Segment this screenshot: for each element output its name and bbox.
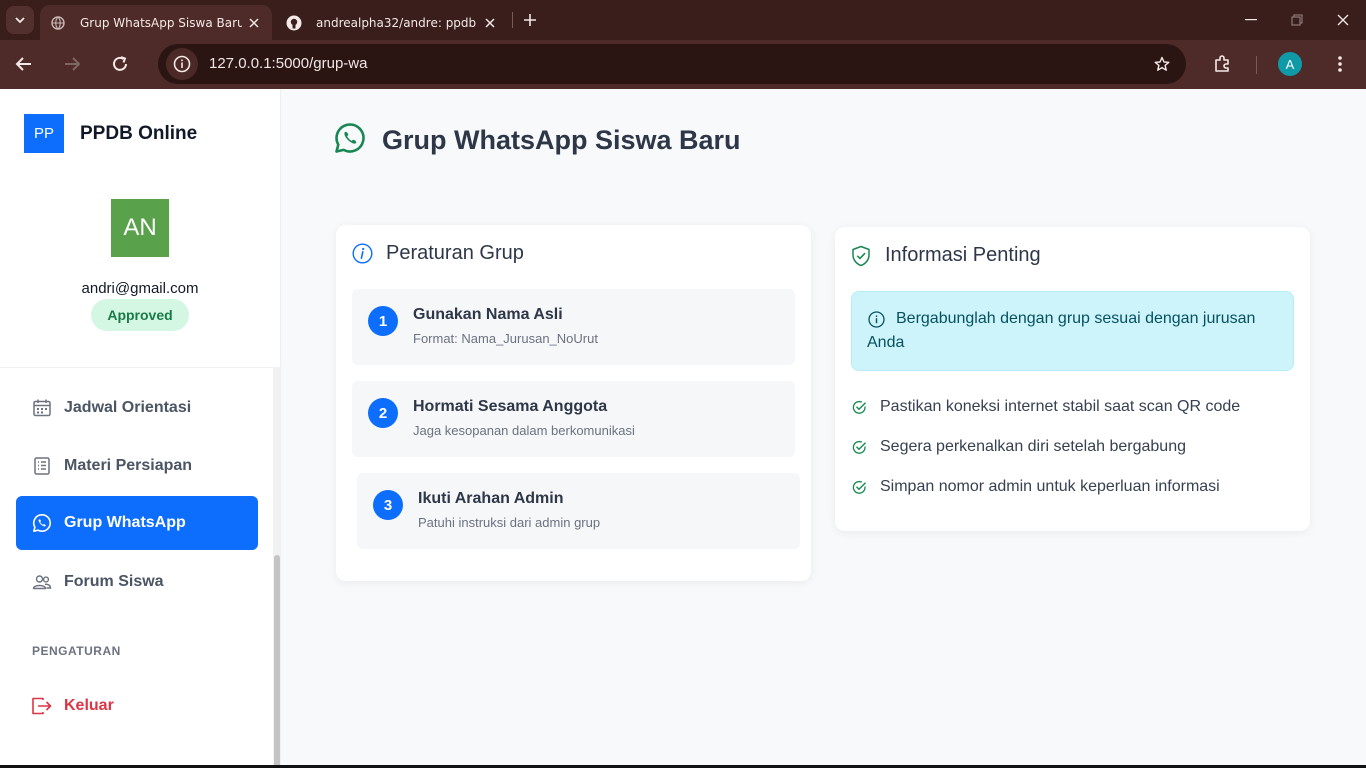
close-tab-icon[interactable]	[242, 11, 266, 35]
restore-button[interactable]	[1274, 0, 1320, 40]
rule-desc: Patuhi instruksi dari admin grup	[418, 515, 601, 530]
sidebar-item-label: Materi Persiapan	[64, 457, 193, 474]
tab-github[interactable]: andrealpha32/andre: ppdb	[276, 5, 508, 40]
sidebar: PP PPDB Online AN andri@gmail.com Approv…	[0, 89, 281, 768]
sidebar-item-label: Jadwal Orientasi	[64, 399, 192, 416]
rules-card-title: Peraturan Grup	[386, 242, 524, 264]
whatsapp-icon	[334, 122, 366, 158]
info-list-text: Segera perkenalkan diri setelah bergabun…	[880, 438, 1186, 455]
close-window-button[interactable]	[1320, 0, 1366, 40]
logout-label: Keluar	[64, 697, 114, 714]
logout-icon	[31, 695, 53, 717]
rule-item: 3 Ikuti Arahan Admin Patuhi instruksi da…	[357, 473, 800, 549]
rule-item: 2 Hormati Sesama Anggota Jaga kesopanan …	[352, 381, 795, 457]
browser-chrome: Grup WhatsApp Siswa Baru andrealpha32/an…	[0, 0, 1366, 89]
toolbar-separator	[1256, 56, 1257, 74]
sidebar-item-label: Grup WhatsApp	[64, 514, 186, 531]
rule-number: 2	[368, 398, 398, 428]
site-info-icon[interactable]	[166, 48, 198, 80]
rule-desc: Format: Nama_Jurusan_NoUrut	[413, 331, 598, 346]
info-list-item: Simpan nomor admin untuk keperluan infor…	[851, 478, 1220, 496]
rule-number: 3	[373, 490, 403, 520]
arrow-left-icon	[15, 57, 31, 71]
check-circle-icon	[851, 479, 867, 495]
rule-desc: Jaga kesopanan dalam berkomunikasi	[413, 423, 635, 438]
info-list-text: Pastikan koneksi internet stabil saat sc…	[880, 398, 1241, 415]
info-card: Informasi Penting Bergabunglah dengan gr…	[835, 227, 1310, 531]
puzzle-icon	[1215, 55, 1229, 72]
check-circle-icon	[851, 399, 867, 415]
profile-avatar[interactable]: A	[1278, 52, 1302, 76]
reload-icon	[113, 56, 127, 71]
rules-card: Peraturan Grup 1 Gunakan Nama Asli Forma…	[336, 225, 811, 581]
rule-number: 1	[368, 306, 398, 336]
sidebar-item-forum-siswa[interactable]: Forum Siswa	[16, 555, 258, 609]
avatar: AN	[111, 199, 169, 257]
browser-toolbar: 127.0.0.1:5000/grup-wa A	[0, 40, 1366, 89]
shield-check-icon	[850, 245, 872, 267]
page-title: Grup WhatsApp Siswa Baru	[382, 124, 741, 155]
whatsapp-icon	[31, 512, 53, 534]
info-card-header: Informasi Penting	[850, 244, 1041, 267]
info-circle-icon	[351, 243, 373, 265]
brand-logo[interactable]: PP	[24, 114, 64, 153]
info-card-title: Informasi Penting	[885, 244, 1041, 266]
sidebar-divider	[0, 367, 280, 368]
plus-icon	[524, 14, 536, 26]
info-alert: Bergabunglah dengan grup sesuai dengan j…	[851, 291, 1294, 371]
logout-button[interactable]: Keluar	[16, 679, 258, 733]
github-icon	[286, 15, 302, 31]
kebab-menu-icon	[1338, 56, 1342, 72]
globe-icon	[50, 15, 66, 31]
tab-grup-whatsapp[interactable]: Grup WhatsApp Siswa Baru	[40, 5, 272, 40]
tab-separator	[512, 12, 513, 28]
close-icon	[1337, 14, 1349, 26]
rule-title: Ikuti Arahan Admin	[418, 490, 564, 507]
status-badge: Approved	[91, 299, 189, 331]
tab-title: Grup WhatsApp Siswa Baru	[80, 15, 242, 30]
tab-title: andrealpha32/andre: ppdb	[316, 15, 477, 30]
sidebar-scrollbar-thumb[interactable]	[274, 555, 280, 768]
document-icon	[31, 455, 53, 477]
close-tab-icon[interactable]	[478, 11, 502, 35]
back-button[interactable]	[8, 48, 40, 80]
minimize-button[interactable]	[1228, 0, 1274, 40]
check-circle-icon	[851, 439, 867, 455]
info-list-item: Segera perkenalkan diri setelah bergabun…	[851, 438, 1186, 456]
sidebar-item-grup-whatsapp[interactable]: Grup WhatsApp	[16, 496, 258, 550]
page-header: Grup WhatsApp Siswa Baru	[334, 122, 741, 158]
url-text[interactable]: 127.0.0.1:5000/grup-wa	[209, 55, 367, 72]
rules-card-header: Peraturan Grup	[351, 242, 524, 265]
info-list-text: Simpan nomor admin untuk keperluan infor…	[880, 478, 1220, 495]
tab-search-button[interactable]	[6, 6, 34, 34]
sidebar-item-jadwal-orientasi[interactable]: Jadwal Orientasi	[16, 381, 258, 435]
menu-button[interactable]	[1324, 48, 1356, 80]
extensions-button[interactable]	[1206, 48, 1238, 80]
rule-title: Hormati Sesama Anggota	[413, 398, 608, 415]
bookmark-star-icon[interactable]	[1150, 52, 1174, 76]
address-bar[interactable]: 127.0.0.1:5000/grup-wa	[158, 44, 1186, 84]
alert-text: Bergabunglah dengan grup sesuai dengan j…	[867, 310, 1256, 351]
minimize-icon	[1245, 19, 1257, 21]
user-email: andri@gmail.com	[81, 280, 199, 297]
info-list-item: Pastikan koneksi internet stabil saat sc…	[851, 398, 1240, 416]
forward-button[interactable]	[56, 48, 88, 80]
people-icon	[31, 571, 53, 593]
brand-name[interactable]: PPDB Online	[80, 123, 197, 145]
reload-button[interactable]	[104, 48, 136, 80]
arrow-right-icon	[65, 57, 81, 71]
rule-title: Gunakan Nama Asli	[413, 306, 563, 323]
calendar-icon	[31, 397, 53, 419]
restore-icon	[1291, 14, 1303, 26]
sidebar-item-materi-persiapan[interactable]: Materi Persiapan	[16, 439, 258, 493]
tab-strip: Grup WhatsApp Siswa Baru andrealpha32/an…	[0, 0, 1366, 40]
sidebar-item-label: Forum Siswa	[64, 573, 164, 590]
new-tab-button[interactable]	[518, 8, 542, 32]
rule-item: 1 Gunakan Nama Asli Format: Nama_Jurusan…	[352, 289, 795, 365]
section-label-pengaturan: PENGATURAN	[32, 644, 121, 658]
chevron-down-icon	[15, 17, 25, 24]
